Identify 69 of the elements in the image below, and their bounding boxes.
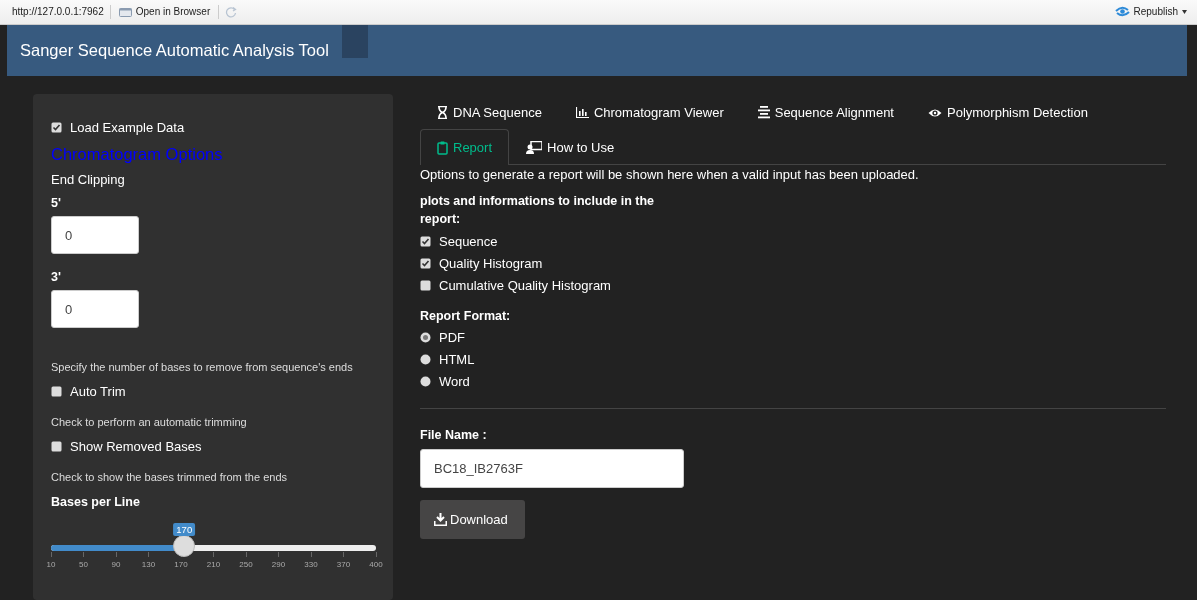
field-label: 3' <box>51 270 62 284</box>
tick-label: 10 <box>46 560 56 569</box>
radio-label[interactable]: Word <box>439 374 470 389</box>
tick-label: 90 <box>111 560 121 569</box>
number-field[interactable]: 0 <box>51 216 139 254</box>
checkbox-label[interactable]: Cumulative Quality Histogram <box>439 278 611 293</box>
checkbox[interactable] <box>420 236 431 247</box>
window-icon <box>118 6 132 17</box>
radio-label[interactable]: PDF <box>439 330 465 345</box>
checkbox-label[interactable]: Load Example Data <box>70 120 185 135</box>
value-badge: 170 <box>173 523 196 536</box>
section-title: Chromatogram Options <box>51 145 224 164</box>
tab[interactable]: Report <box>420 129 510 165</box>
radio-button[interactable] <box>420 332 431 343</box>
eye-icon <box>928 107 942 118</box>
tick-label: 370 <box>336 560 351 569</box>
tab[interactable]: Sequence Alignment <box>740 94 911 130</box>
publish-icon <box>1114 6 1130 17</box>
checkbox[interactable] <box>51 122 62 133</box>
checkbox[interactable] <box>51 441 62 452</box>
tick-label: 250 <box>239 560 253 569</box>
navbar-block <box>341 25 368 58</box>
tick-label: 290 <box>271 560 286 569</box>
url-text: http://127.0.0.1:7962 <box>12 6 104 17</box>
group-label: plots and informations to include in the report: <box>420 193 656 228</box>
checkbox-label[interactable]: Show Removed Bases <box>70 439 202 454</box>
checkbox-label[interactable]: Quality Histogram <box>439 256 543 271</box>
checkbox[interactable] <box>420 280 431 291</box>
field-label: End Clipping <box>51 172 126 187</box>
help-text: Check to perform an automatic trimming <box>51 416 248 428</box>
tab[interactable]: Polymorphism Detection <box>911 94 1105 130</box>
align-center-icon <box>757 106 770 119</box>
radio-label[interactable]: HTML <box>439 352 475 367</box>
info-text: Options to generate a report will be shown here when a valid input has been uploaded. <box>420 167 920 182</box>
field-label: File Name : <box>420 427 488 444</box>
checkbox-label[interactable]: Sequence <box>439 234 498 249</box>
tick-label: 130 <box>141 560 156 569</box>
tab[interactable]: Chromatogram Viewer <box>558 94 741 130</box>
download-button[interactable]: Download <box>420 500 525 539</box>
tick-label: 400 <box>369 560 383 569</box>
checkbox[interactable] <box>420 258 431 269</box>
presentation-icon <box>526 141 543 154</box>
tick-label: 210 <box>206 560 221 569</box>
radio-button[interactable] <box>420 354 431 365</box>
republish-button[interactable]: Republish <box>1112 6 1189 17</box>
tab[interactable]: DNA Sequence <box>420 94 559 130</box>
tick-label: 330 <box>304 560 318 569</box>
download-icon <box>434 513 447 526</box>
radio-button[interactable] <box>420 376 431 387</box>
group-label: Report Format: <box>420 308 512 325</box>
clipboard-icon <box>437 140 448 155</box>
slider-track[interactable] <box>51 545 376 551</box>
help-text: Check to show the bases trimmed from the ends <box>51 471 288 483</box>
checkbox-label[interactable]: Auto Trim <box>70 384 126 399</box>
caret-icon <box>1182 9 1187 14</box>
open-in-browser-button[interactable]: Open in Browser <box>116 6 213 17</box>
field-label: 5' <box>51 196 62 210</box>
tick-label: 170 <box>174 560 188 569</box>
slider-handle[interactable] <box>173 535 196 557</box>
tab[interactable]: How to Use <box>509 129 632 165</box>
slider-label: Bases per Line <box>51 495 141 509</box>
number-field[interactable]: 0 <box>51 290 139 328</box>
checkbox[interactable] <box>51 386 62 397</box>
bar-chart-icon <box>575 107 589 118</box>
file-name-field[interactable]: BC18_IB2763F <box>420 449 684 488</box>
app-title: Sanger Sequence Automatic Analysis Tool <box>20 41 329 60</box>
tick-label: 50 <box>79 560 88 569</box>
hourglass-icon <box>437 106 448 119</box>
help-text: Specify the number of bases to remove from sequence's ends <box>51 361 354 373</box>
